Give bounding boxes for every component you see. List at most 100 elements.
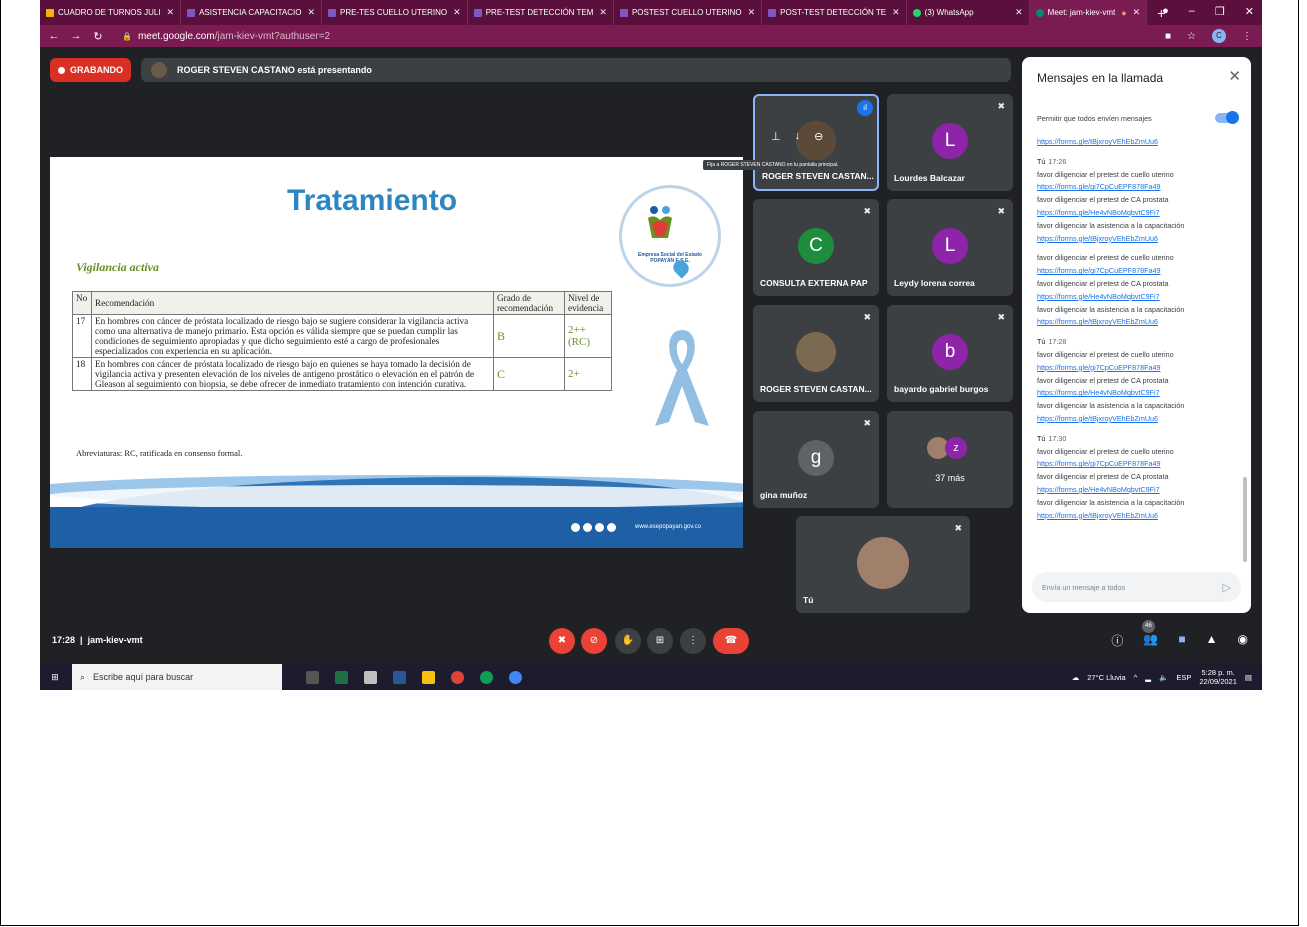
info-icon[interactable]: ⓘ <box>1111 632 1123 649</box>
profile-avatar[interactable]: C <box>1212 29 1226 43</box>
tile-hover-controls: ⊥ ↓ ⊖ <box>771 130 823 143</box>
windows-taskbar: ⊞ ⌕ Escribe aquí para buscar ☁ 27°C Lluv… <box>40 664 1262 690</box>
chrome-icon[interactable] <box>480 670 493 684</box>
present-button[interactable]: ⊞ <box>647 628 673 654</box>
tab-search-icon[interactable]: ● <box>1162 5 1169 18</box>
mic-icon[interactable]: ↓ <box>795 130 801 143</box>
volume-icon[interactable]: 🔈 <box>1159 673 1168 682</box>
bookmark-star-icon[interactable]: ☆ <box>1187 31 1196 42</box>
participant-tile[interactable]: ✖ g gina muñoz <box>753 411 879 508</box>
send-icon[interactable]: ▷ <box>1223 581 1231 594</box>
close-icon[interactable]: ✕ <box>167 7 175 18</box>
network-icon[interactable]: ▂ <box>1145 673 1151 682</box>
chat-link[interactable]: https://forms.gle/He4vNBoMqbvtC9Fi7 <box>1037 484 1237 497</box>
reload-icon[interactable]: ↻ <box>90 30 106 43</box>
close-icon[interactable]: ✕ <box>892 7 900 18</box>
notifications-icon[interactable]: ▤ <box>1245 673 1252 682</box>
participant-tile[interactable]: ✖ L Lourdes Balcazar <box>887 94 1013 191</box>
chat-link[interactable]: https://forms.gle/He4vNBoMqbvtC9Fi7 <box>1037 387 1237 400</box>
chat-scrollbar[interactable] <box>1243 477 1247 562</box>
chat-message-input[interactable]: Envía un mensaje a todos ▷ <box>1032 572 1241 602</box>
chat-link[interactable]: https://forms.gle/gi7CpCuEPF878Fa49 <box>1037 265 1237 278</box>
task-view-icon[interactable] <box>306 670 319 684</box>
more-avatars: z <box>927 437 967 459</box>
close-window-icon[interactable]: ✕ <box>1245 5 1254 18</box>
windows-start-icon[interactable]: ⊞ <box>48 672 62 683</box>
self-tile[interactable]: ✖ Tú <box>796 516 970 613</box>
restore-icon[interactable]: ❐ <box>1215 5 1225 18</box>
close-icon[interactable]: ✕ <box>1228 67 1241 85</box>
chat-message-text: favor diligenciar la asistencia a la cap… <box>1037 220 1185 230</box>
url-field[interactable]: 🔒 meet.google.com/jam-kiev-vmt?authuser=… <box>122 31 330 42</box>
tray-up-icon[interactable]: ^ <box>1134 673 1138 682</box>
chat-link[interactable]: https://forms.gle/tBjxroyVEhEbZmUu6 <box>1037 413 1237 426</box>
close-icon[interactable]: ✕ <box>599 7 607 18</box>
chat-message-text: favor diligenciar la asistencia a la cap… <box>1037 401 1185 411</box>
browser-tab[interactable]: POSTEST CUELLO UTERINO ✕ <box>614 0 763 25</box>
participant-tile[interactable]: ✖ L Leydy lorena correa <box>887 199 1013 296</box>
browser-tab[interactable]: PRE-TEST DETECCIÓN TEM ✕ <box>468 0 614 25</box>
raise-hand-button[interactable]: ✋ <box>615 628 641 654</box>
participant-tile[interactable]: ✖ ROGER STEVEN CASTAN... <box>753 305 879 402</box>
browser-tab[interactable]: PRE-TES CUELLO UTERINO ✕ <box>322 0 468 25</box>
leave-call-button[interactable]: ☎ <box>713 628 749 654</box>
chat-link[interactable]: https://forms.gle/tBjxroyVEhEbZmUu6 <box>1037 136 1237 149</box>
forms-icon <box>619 8 628 17</box>
presentation-slide: Tratamiento Empresa Social del Estado PO… <box>50 157 743 548</box>
taskbar-search[interactable]: ⌕ Escribe aquí para buscar <box>72 664 282 690</box>
browser-tab[interactable]: ASISTENCIA CAPACITACIO ✕ <box>181 0 323 25</box>
chat-link[interactable]: https://forms.gle/gi7CpCuEPF878Fa49 <box>1037 362 1237 375</box>
row-grade: C <box>493 357 565 391</box>
chat-link[interactable]: https://forms.gle/gi7CpCuEPF878Fa49 <box>1037 181 1237 194</box>
chat-link[interactable]: https://forms.gle/tBjxroyVEhEbZmUu6 <box>1037 316 1237 329</box>
chat-icon[interactable]: ■ <box>1178 632 1185 649</box>
forward-icon[interactable]: → <box>68 30 84 42</box>
chrome-icon[interactable] <box>509 670 522 684</box>
browser-tab[interactable]: CUADRO DE TURNOS JULI ✕ <box>40 0 182 25</box>
header-recommendation: Recomendación <box>91 291 494 315</box>
close-icon[interactable]: ✕ <box>1133 7 1141 18</box>
taskbar-clock[interactable]: 5:28 p. m. 22/09/2021 <box>1199 668 1237 686</box>
pin-icon[interactable]: ⊥ <box>771 130 781 143</box>
chat-link[interactable]: https://forms.gle/He4vNBoMqbvtC9Fi7 <box>1037 207 1237 220</box>
participant-tile-pinned[interactable]: ıl ⊥ ↓ ⊖ ROGER STEVEN CASTAN... <box>753 94 879 191</box>
minimize-icon[interactable]: – <box>1189 5 1195 18</box>
camera-off-icon: ⊘ <box>589 635 599 646</box>
close-icon[interactable]: ✕ <box>453 7 461 18</box>
participant-tile[interactable]: ✖ C CONSULTA EXTERNA PAP <box>753 199 879 296</box>
browser-tab-active[interactable]: Meet: jam-kiev-vmt ● ✕ <box>1029 0 1148 25</box>
mic-toggle-button[interactable]: ✖ <box>549 628 575 654</box>
participant-tile[interactable]: ✖ b bayardo gabriel burgos <box>887 305 1013 402</box>
word-icon[interactable] <box>393 670 406 684</box>
weather-icon: ☁ <box>1071 672 1080 682</box>
meeting-info: 17:28 | jam-kiev-vmt <box>52 635 143 645</box>
menu-dots-icon[interactable]: ⋮ <box>1242 31 1252 42</box>
activities-icon[interactable]: ▲ <box>1206 632 1218 649</box>
browser-tab[interactable]: POST-TEST DETECCIÓN TE ✕ <box>762 0 907 25</box>
meet-icon <box>1035 8 1044 17</box>
more-participants-tile[interactable]: z 37 más <box>887 411 1013 508</box>
chat-link[interactable]: https://forms.gle/He4vNBoMqbvtC9Fi7 <box>1037 291 1237 304</box>
excel-icon[interactable] <box>335 670 348 684</box>
camera-icon[interactable]: ■ <box>1165 31 1171 42</box>
host-controls-icon[interactable]: ◉ <box>1238 632 1248 649</box>
close-icon[interactable]: ✕ <box>307 7 315 18</box>
browser-tab[interactable]: (3) WhatsApp ✕ <box>907 0 1030 25</box>
chat-title: Mensajes en la llamada <box>1037 71 1164 85</box>
store-icon[interactable] <box>364 670 377 684</box>
close-icon[interactable]: ✕ <box>1015 7 1023 18</box>
chat-link[interactable]: https://forms.gle/tBjxroyVEhEbZmUu6 <box>1037 510 1237 523</box>
presenter-avatar <box>151 62 167 78</box>
chat-messages: https://forms.gle/tBjxroyVEhEbZmUu6 Tú 17… <box>1037 136 1237 529</box>
camera-toggle-button[interactable]: ⊘ <box>581 628 607 654</box>
chat-link[interactable]: https://forms.gle/gi7CpCuEPF878Fa49 <box>1037 458 1237 471</box>
allow-messages-toggle[interactable] <box>1215 111 1239 124</box>
remove-icon[interactable]: ⊖ <box>814 130 823 143</box>
more-options-button[interactable]: ⋮ <box>680 628 706 654</box>
chat-link[interactable]: https://forms.gle/tBjxroyVEhEbZmUu6 <box>1037 233 1237 246</box>
file-explorer-icon[interactable] <box>422 670 435 684</box>
close-icon[interactable]: ✕ <box>748 7 756 18</box>
back-icon[interactable]: ← <box>46 30 62 42</box>
people-icon[interactable]: 👥 <box>1143 632 1158 649</box>
chrome-icon[interactable] <box>451 670 464 684</box>
